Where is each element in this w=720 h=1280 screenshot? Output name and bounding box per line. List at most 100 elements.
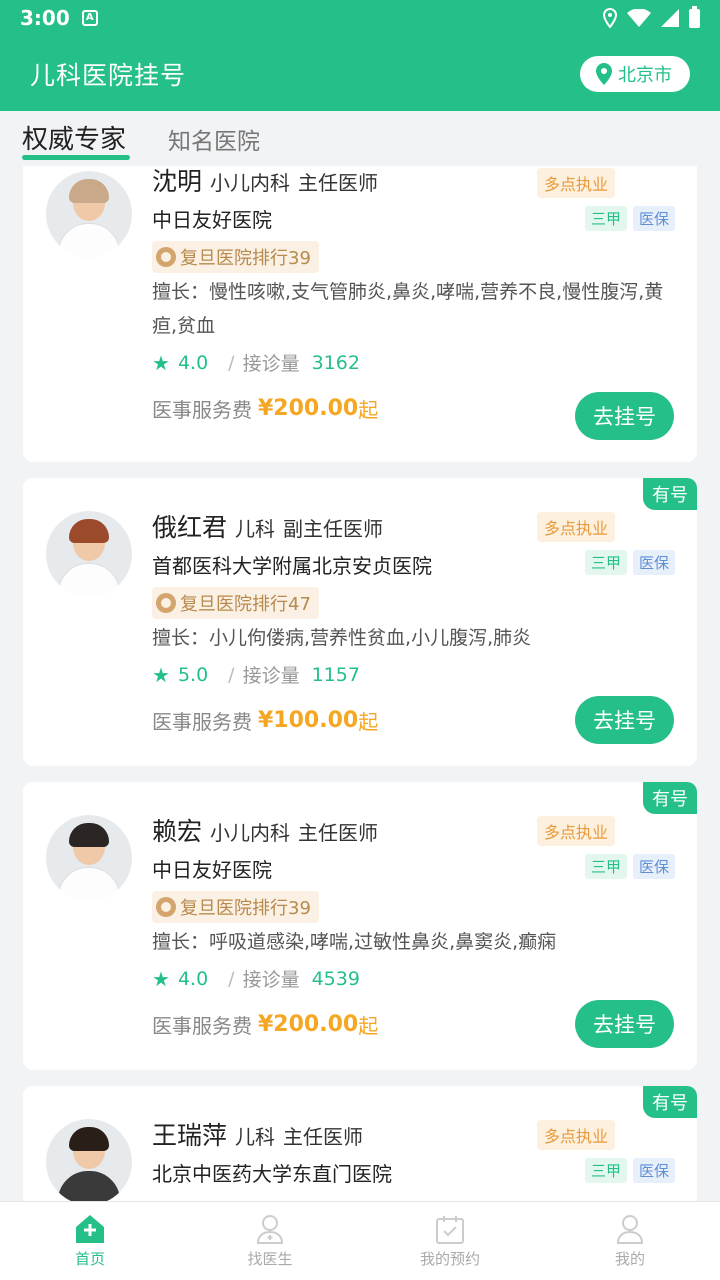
tag-yibao: 医保: [632, 1158, 675, 1183]
rating-score: 5.0: [177, 663, 209, 686]
rating-row: ★ 4.0 / 接诊量 3162: [152, 350, 360, 376]
doctor-dept: 儿科: [235, 1125, 276, 1149]
doctor-dept: 小儿内科: [210, 821, 291, 845]
location-pin-icon: [596, 62, 612, 85]
calendar-check-icon: [436, 1215, 464, 1244]
tab-bar: 权威专家 知名医院: [0, 111, 720, 166]
hospital-tags: 三甲 医保: [584, 206, 675, 231]
app-header: 儿科医院挂号 北京市: [0, 36, 720, 111]
book-button[interactable]: 去挂号: [575, 696, 674, 744]
doctor-title: 主任医师: [298, 171, 379, 195]
nav-home[interactable]: 首页: [0, 1202, 180, 1280]
nav-appointments[interactable]: 我的预约: [360, 1202, 540, 1280]
medal-icon: [156, 593, 176, 613]
city-label: 北京市: [618, 64, 672, 86]
tag-yibao: 医保: [632, 854, 675, 879]
specialty-text: 擅长：慢性咳嗽,支气管肺炎,鼻炎,哮喘,营养不良,慢性腹泻,黄疸,贫血: [152, 281, 664, 337]
star-icon: ★: [152, 966, 170, 991]
book-button[interactable]: 去挂号: [575, 1000, 674, 1048]
doctor-icon: [256, 1214, 284, 1244]
nav-label: 我的: [614, 1249, 645, 1268]
tag-sanjia: 三甲: [584, 854, 627, 879]
fee-price: ¥200.00: [258, 1012, 359, 1037]
tab-experts[interactable]: 权威专家: [22, 119, 131, 166]
bottom-nav: 首页 找医生 我的预约 我的: [0, 1201, 720, 1280]
ranking-badge: 复旦医院排行39: [152, 241, 319, 273]
ranking-text: 复旦医院排行39: [180, 248, 311, 269]
hospital-tags: 三甲 医保: [584, 854, 675, 879]
consult-count-label: 接诊量: [242, 353, 300, 375]
fee-suffix: 起: [358, 398, 379, 422]
doctor-title: 副主任医师: [283, 517, 384, 541]
location-status-icon: [603, 8, 617, 28]
star-icon: ★: [152, 662, 170, 687]
medal-icon: [156, 897, 176, 917]
doctor-avatar: [46, 1119, 132, 1201]
battery-icon: [689, 5, 700, 28]
tag-sanjia: 三甲: [584, 206, 627, 231]
status-bar: 3:00 A: [0, 0, 720, 36]
doctor-card[interactable]: 有号 王瑞萍 儿科 主任医师 多点执业 北京中医药大学东直门医院 三甲 医保: [23, 1086, 697, 1201]
rating-score: 4.0: [177, 967, 209, 990]
doctor-name: 王瑞萍: [152, 1121, 228, 1150]
ranking-text: 复旦医院排行39: [180, 898, 311, 919]
rating-score: 4.0: [177, 351, 209, 374]
rating-row: ★ 4.0 / 接诊量 4539: [152, 966, 360, 992]
consult-count-label: 接诊量: [242, 665, 300, 687]
fee-price: ¥100.00: [258, 708, 359, 733]
city-selector-button[interactable]: 北京市: [580, 55, 690, 92]
fee-label: 医事服务费: [152, 398, 252, 422]
tag-sanjia: 三甲: [584, 550, 627, 575]
doctor-list[interactable]: 沈明 小儿内科 主任医师 多点执业 中日友好医院 三甲 医保 复旦医院排行39 …: [0, 166, 720, 1201]
ranking-text: 复旦医院排行47: [180, 594, 311, 615]
consult-count: 4539: [311, 967, 360, 990]
hospital-tags: 三甲 医保: [584, 1158, 675, 1183]
rating-row: ★ 5.0 / 接诊量 1157: [152, 662, 360, 688]
fee-price: ¥200.00: [258, 396, 359, 421]
nav-label: 首页: [74, 1249, 105, 1268]
page-title: 儿科医院挂号: [30, 60, 187, 90]
wifi-icon: [627, 9, 651, 27]
doctor-avatar: [46, 171, 132, 257]
doctor-title: 主任医师: [283, 1125, 364, 1149]
tag-yibao: 医保: [632, 550, 675, 575]
nav-find-doctor[interactable]: 找医生: [180, 1202, 360, 1280]
available-badge: 有号: [643, 1086, 697, 1118]
home-icon: [76, 1214, 104, 1243]
app-notification-icon: A: [81, 10, 98, 26]
available-badge: 有号: [643, 478, 697, 510]
doctor-avatar: [46, 511, 132, 597]
tag-yibao: 医保: [632, 206, 675, 231]
consult-count: 3162: [311, 351, 360, 374]
multi-practice-badge: 多点执业: [536, 1120, 615, 1150]
multi-practice-badge: 多点执业: [536, 512, 615, 542]
nav-mine[interactable]: 我的: [540, 1202, 720, 1280]
multi-practice-badge: 多点执业: [536, 816, 615, 846]
fee-suffix: 起: [358, 1014, 379, 1038]
fee-label: 医事服务费: [152, 1014, 252, 1038]
status-time: 3:00: [20, 6, 70, 30]
doctor-dept: 儿科: [235, 517, 276, 541]
ranking-badge: 复旦医院排行47: [152, 587, 319, 619]
consult-count: 1157: [311, 663, 360, 686]
doctor-card[interactable]: 有号 赖宏 小儿内科 主任医师 多点执业 中日友好医院 三甲 医保 复旦医院排行…: [23, 782, 697, 1070]
book-button[interactable]: 去挂号: [575, 392, 674, 440]
doctor-name: 俄红君: [152, 513, 228, 542]
specialty-text: 擅长：小儿佝偻病,营养性贫血,小儿腹泻,肺炎: [152, 627, 532, 649]
doctor-card[interactable]: 沈明 小儿内科 主任医师 多点执业 中日友好医院 三甲 医保 复旦医院排行39 …: [23, 166, 697, 462]
signal-icon: [661, 9, 679, 27]
doctor-card[interactable]: 有号 俄红君 儿科 副主任医师 多点执业 首都医科大学附属北京安贞医院 三甲 医…: [23, 478, 697, 766]
fee-suffix: 起: [358, 710, 379, 734]
specialty-text: 擅长：呼吸道感染,哮喘,过敏性鼻炎,鼻窦炎,癫痫: [152, 931, 557, 953]
doctor-avatar: [46, 815, 132, 901]
doctor-dept: 小儿内科: [210, 171, 291, 195]
consult-count-label: 接诊量: [242, 969, 300, 991]
nav-label: 我的预约: [419, 1249, 480, 1268]
tag-sanjia: 三甲: [584, 1158, 627, 1183]
doctor-name: 赖宏: [152, 817, 203, 846]
star-icon: ★: [152, 350, 170, 375]
tab-hospitals[interactable]: 知名医院: [168, 122, 260, 166]
available-badge: 有号: [643, 782, 697, 814]
ranking-badge: 复旦医院排行39: [152, 891, 319, 923]
doctor-title: 主任医师: [298, 821, 379, 845]
